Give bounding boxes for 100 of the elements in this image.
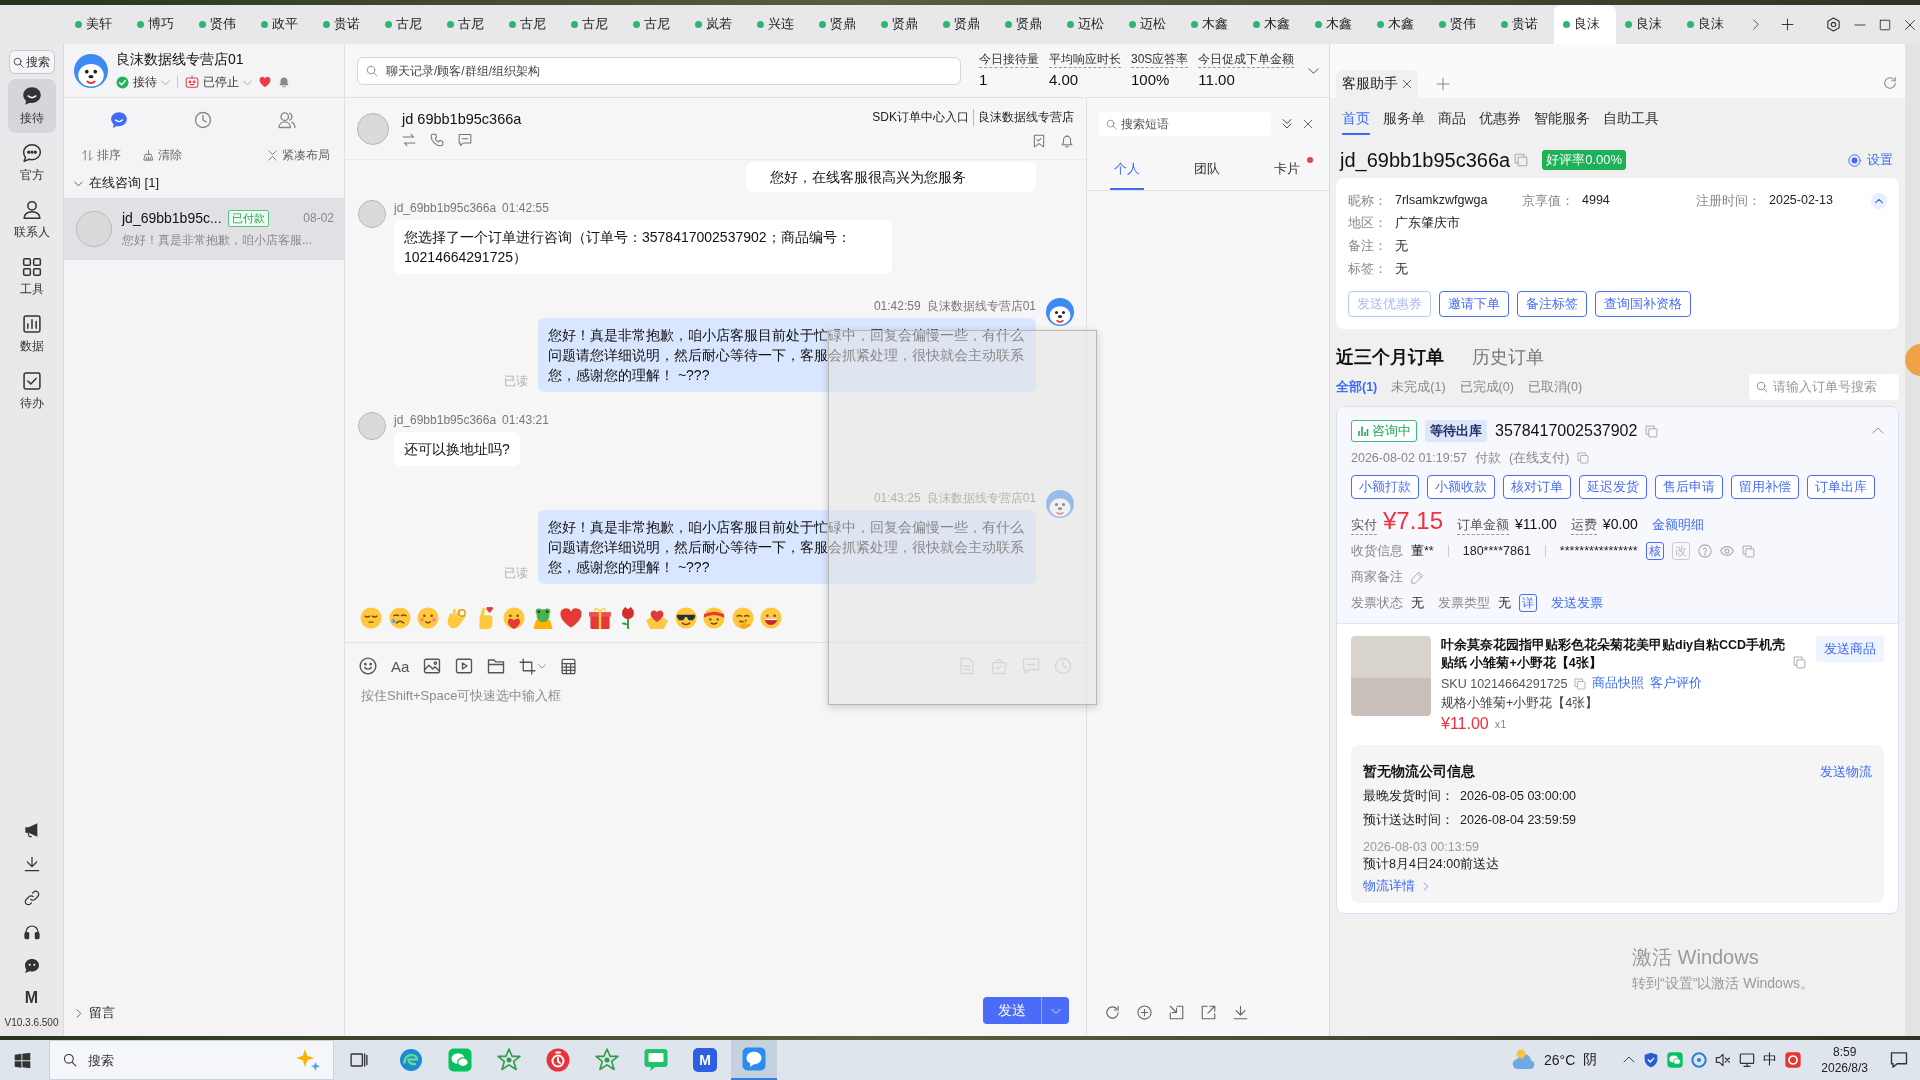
plus-circle-icon[interactable] xyxy=(1137,1005,1152,1020)
app-tab[interactable]: 古尼 xyxy=(376,9,438,40)
auto-reply-dropdown[interactable]: 已停止 xyxy=(185,73,252,91)
maximize-icon[interactable] xyxy=(1879,18,1891,31)
panel-nav-tab[interactable]: 自助工具 xyxy=(1603,105,1659,135)
address-action-button[interactable]: 核 xyxy=(1645,542,1664,560)
muted-speaker-icon[interactable] xyxy=(1715,1052,1732,1068)
panel-tab[interactable]: 客服助手 xyxy=(1336,70,1418,98)
message-app-icon[interactable] xyxy=(644,1048,668,1072)
heart-icon[interactable] xyxy=(560,607,583,629)
headset-icon[interactable] xyxy=(23,924,40,940)
order-action-button[interactable]: 留用补偿 xyxy=(1731,475,1799,499)
grinning-face-icon[interactable] xyxy=(760,607,783,629)
order-filter[interactable]: 全部(1) xyxy=(1336,378,1378,396)
browser-icon[interactable] xyxy=(399,1048,423,1072)
panel-nav-tab[interactable]: 首页 xyxy=(1342,105,1370,135)
taskbar-search-field[interactable]: 搜索 xyxy=(49,1040,334,1080)
bookmark-icon[interactable] xyxy=(1032,134,1046,148)
app-tab[interactable]: 良沫 xyxy=(1554,5,1616,44)
plus-icon[interactable] xyxy=(1781,18,1794,31)
app-tab[interactable]: 木鑫 xyxy=(1244,9,1306,40)
headband-face-icon[interactable] xyxy=(703,607,726,629)
send-button[interactable]: 发送 xyxy=(983,997,1041,1024)
list-action-button[interactable]: 紧凑布局 xyxy=(267,146,330,164)
search-field[interactable]: 聊天记录/顾客/群组/组织架构 xyxy=(357,56,961,85)
phrase-tab[interactable]: 个人 xyxy=(1110,150,1144,190)
phone-icon[interactable] xyxy=(430,132,444,147)
send-invoice-link[interactable]: 发送发票 xyxy=(1551,594,1603,612)
taskbar-app-button[interactable] xyxy=(731,1040,777,1080)
product-link[interactable]: 客户评价 xyxy=(1649,675,1702,692)
eye-icon[interactable] xyxy=(1719,544,1734,558)
app-tab[interactable]: 政平 xyxy=(252,9,314,40)
video-icon[interactable] xyxy=(455,657,473,675)
app-tab[interactable]: 古尼 xyxy=(438,9,500,40)
app-tab[interactable]: 古尼 xyxy=(562,9,624,40)
app-tab[interactable]: 木鑫 xyxy=(1182,9,1244,40)
crop-icon[interactable] xyxy=(519,657,536,675)
refresh-icon[interactable] xyxy=(1105,1005,1120,1020)
people-icon[interactable] xyxy=(278,111,296,129)
orders-tab[interactable]: 历史订单 xyxy=(1472,345,1544,369)
notification-icon[interactable] xyxy=(1890,1051,1908,1069)
chat-face-icon[interactable] xyxy=(23,958,40,974)
font-button[interactable]: Aa xyxy=(391,657,409,675)
nav-item[interactable]: 联系人 xyxy=(7,193,56,247)
message-input-field[interactable]: 按住Shift+Space可快速选中输入框 xyxy=(361,687,1072,997)
download-icon[interactable] xyxy=(1233,1005,1248,1020)
nav-item[interactable]: 数据 xyxy=(7,307,56,361)
gift-icon[interactable] xyxy=(588,607,611,629)
nav-item[interactable]: 待办 xyxy=(7,364,56,418)
input-method-button[interactable]: 中 xyxy=(1763,1051,1778,1069)
start-icon[interactable] xyxy=(14,1051,31,1069)
app-tab[interactable]: 木鑫 xyxy=(1368,9,1430,40)
message-icon[interactable] xyxy=(458,132,472,147)
blushing-face-icon[interactable] xyxy=(417,607,440,629)
send-product-button[interactable]: 发送商品 xyxy=(1816,636,1884,662)
amount-detail-link[interactable]: 金额明细 xyxy=(1651,517,1704,534)
settings-icon[interactable] xyxy=(1826,17,1841,32)
copy-icon[interactable] xyxy=(1573,677,1586,690)
star-icon[interactable] xyxy=(595,1048,619,1072)
list-action-button[interactable]: 清除 xyxy=(143,146,182,164)
link-icon[interactable] xyxy=(23,890,40,906)
nav-item[interactable]: 接待 xyxy=(7,79,56,133)
order-action-button[interactable]: 小额打款 xyxy=(1351,475,1419,499)
profile-action-button[interactable]: 邀请下单 xyxy=(1439,291,1509,317)
settings-toggle[interactable]: 设置 xyxy=(1848,151,1893,169)
panel-nav-tab[interactable]: 优惠券 xyxy=(1479,105,1521,135)
sad-face-icon[interactable] xyxy=(388,607,411,629)
download-icon[interactable] xyxy=(23,856,40,872)
ok-hand-icon[interactable] xyxy=(445,607,468,629)
ring-icon[interactable] xyxy=(1691,1052,1708,1068)
panel-nav-tab[interactable]: 服务单 xyxy=(1383,105,1425,135)
transfer-icon[interactable] xyxy=(402,132,416,147)
chevron-down-icon[interactable] xyxy=(1308,65,1320,76)
bell-icon[interactable] xyxy=(278,76,290,88)
chat-bubble-icon[interactable] xyxy=(110,111,128,129)
collapse-icon[interactable] xyxy=(1871,193,1887,209)
logistics-detail-link[interactable]: 物流详情 xyxy=(1363,877,1430,895)
folder-icon[interactable] xyxy=(487,657,505,675)
shortcut-button[interactable]: M xyxy=(24,989,39,1007)
app-tab[interactable]: 岚若 xyxy=(686,9,748,40)
import-icon[interactable] xyxy=(1169,1005,1184,1020)
order-action-button[interactable]: 订单出库 xyxy=(1807,475,1875,499)
phrase-tab[interactable]: 卡片 xyxy=(1270,150,1304,190)
double-chevron-down-icon[interactable] xyxy=(1281,118,1293,130)
header-link[interactable]: 良沫数据线专营店 xyxy=(973,109,1074,126)
close-icon[interactable] xyxy=(1303,119,1313,129)
header-link[interactable]: SDK订单中心入口 xyxy=(872,109,969,126)
app-tab[interactable]: 古尼 xyxy=(624,9,686,40)
profile-action-button[interactable]: 查询国补资格 xyxy=(1595,291,1691,317)
order-action-button[interactable]: 售后申请 xyxy=(1655,475,1723,499)
taskbar-app-button[interactable]: M xyxy=(693,1048,717,1072)
smiley-icon[interactable] xyxy=(359,657,377,675)
app-tab[interactable]: 贤鼎 xyxy=(996,9,1058,40)
clock-icon[interactable] xyxy=(194,111,212,129)
app-tab[interactable]: 贤伟 xyxy=(190,9,252,40)
app-tab[interactable]: 博巧 xyxy=(128,9,190,40)
refresh-icon[interactable] xyxy=(1883,76,1897,90)
close-icon[interactable] xyxy=(1904,18,1916,31)
invoice-detail-button[interactable]: 详 xyxy=(1519,594,1537,612)
table-icon[interactable] xyxy=(560,657,577,675)
